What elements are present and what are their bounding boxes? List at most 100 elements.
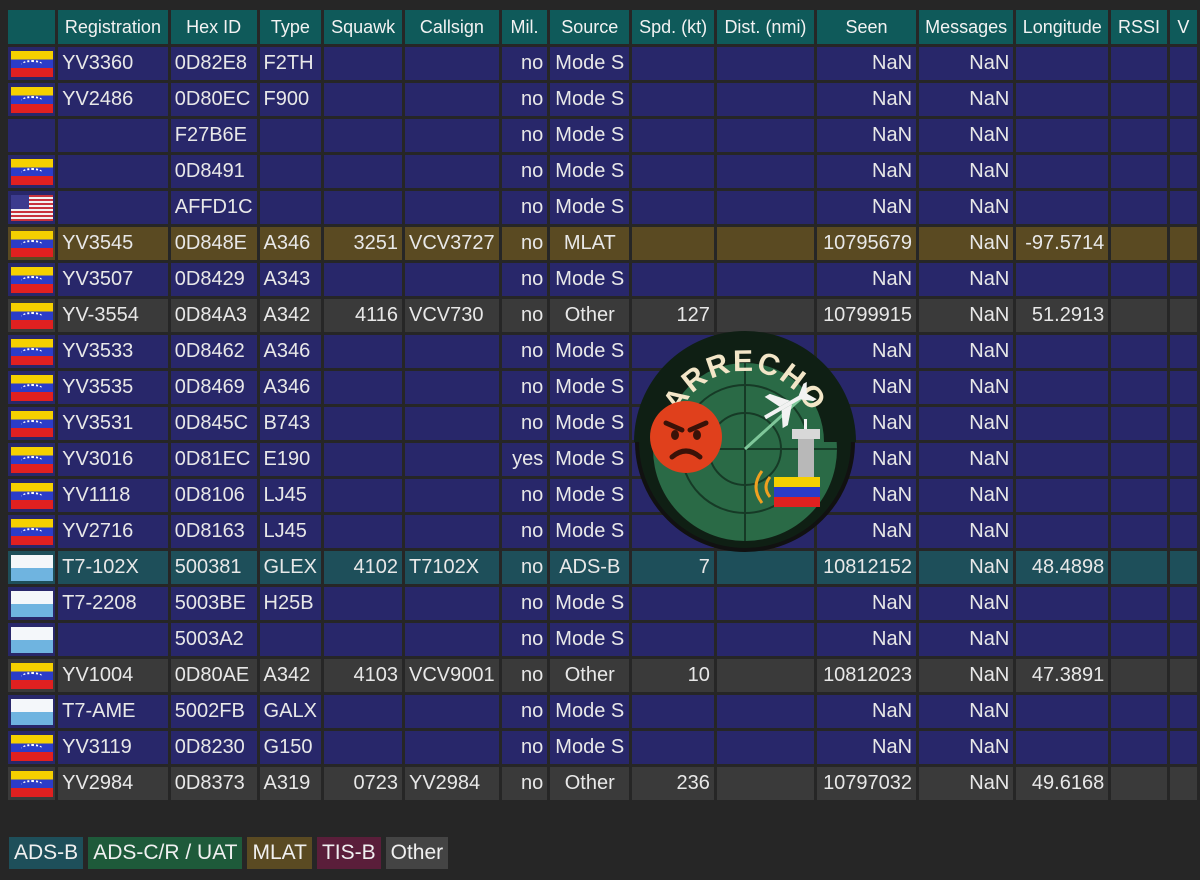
venezuela-flag-icon bbox=[11, 446, 53, 473]
longitude-cell bbox=[1016, 335, 1109, 368]
extra-cell bbox=[1169, 623, 1197, 656]
squawk-cell bbox=[324, 335, 402, 368]
table-row[interactable]: 5003A2 no Mode S NaN NaN bbox=[8, 623, 1197, 656]
table-row[interactable]: AFFD1C no Mode S NaN NaN bbox=[8, 191, 1197, 224]
table-row[interactable]: YV3360 0D82E8 F2TH no Mode S NaN NaN bbox=[8, 47, 1197, 80]
longitude-cell: 51.2913 bbox=[1016, 299, 1109, 332]
legend-tisb: TIS-B bbox=[316, 837, 381, 869]
column-header-mil[interactable]: Mil. bbox=[501, 10, 548, 44]
table-row[interactable]: YV3119 0D8230 G150 no Mode S NaN NaN bbox=[8, 731, 1197, 764]
speed-cell bbox=[632, 119, 714, 152]
type-cell: E190 bbox=[259, 443, 322, 476]
source-cell: Other bbox=[550, 659, 630, 692]
longitude-cell bbox=[1016, 407, 1109, 440]
registration-cell: YV2716 bbox=[58, 515, 168, 548]
table-row[interactable]: F27B6E no Mode S NaN NaN bbox=[8, 119, 1197, 152]
source-cell: Mode S bbox=[550, 479, 630, 512]
column-header-source[interactable]: Source bbox=[550, 10, 630, 44]
venezuela-flag-icon bbox=[11, 770, 53, 797]
venezuela-flag-icon bbox=[11, 338, 53, 365]
callsign-cell bbox=[404, 335, 499, 368]
extra-cell bbox=[1169, 731, 1197, 764]
flag-cell bbox=[8, 767, 56, 800]
squawk-cell bbox=[324, 443, 402, 476]
column-header-squawk[interactable]: Squawk bbox=[324, 10, 402, 44]
distance-cell bbox=[716, 731, 814, 764]
callsign-cell bbox=[404, 119, 499, 152]
table-row[interactable]: YV3507 0D8429 A343 no Mode S NaN NaN bbox=[8, 263, 1197, 296]
longitude-cell bbox=[1016, 47, 1109, 80]
column-header-speed[interactable]: Spd. (kt) bbox=[632, 10, 714, 44]
table-row[interactable]: T7-2208 5003BE H25B no Mode S NaN NaN bbox=[8, 587, 1197, 620]
table-row[interactable]: YV3545 0D848E A346 3251 VCV3727 no MLAT 1079567… bbox=[8, 227, 1197, 260]
registration-cell: T7-AME bbox=[58, 695, 168, 728]
table-row[interactable]: YV3016 0D81EC E190 yes Mode S NaN NaN bbox=[8, 443, 1197, 476]
longitude-cell bbox=[1016, 155, 1109, 188]
column-header-type[interactable]: Type bbox=[259, 10, 322, 44]
flag-cell bbox=[8, 371, 56, 404]
mil-cell: no bbox=[501, 407, 548, 440]
column-header-hex-id[interactable]: Hex ID bbox=[170, 10, 257, 44]
registration-cell: YV1004 bbox=[58, 659, 168, 692]
column-header-rssi[interactable]: RSSI bbox=[1111, 10, 1167, 44]
seen-cell: NaN bbox=[816, 191, 917, 224]
flag-cell bbox=[8, 335, 56, 368]
legend-adsb: ADS-B bbox=[9, 837, 84, 869]
registration-cell: YV3533 bbox=[58, 335, 168, 368]
type-cell bbox=[259, 191, 322, 224]
distance-cell bbox=[716, 83, 814, 116]
column-header-more[interactable]: V bbox=[1169, 10, 1197, 44]
mil-cell: no bbox=[501, 227, 548, 260]
table-row[interactable]: YV2486 0D80EC F900 no Mode S NaN NaN bbox=[8, 83, 1197, 116]
mil-cell: no bbox=[501, 623, 548, 656]
column-header-longitude[interactable]: Longitude bbox=[1016, 10, 1109, 44]
callsign-cell bbox=[404, 371, 499, 404]
squawk-cell: 4103 bbox=[324, 659, 402, 692]
type-cell: A346 bbox=[259, 335, 322, 368]
type-cell bbox=[259, 623, 322, 656]
table-row[interactable]: YV3535 0D8469 A346 no Mode S NaN NaN bbox=[8, 371, 1197, 404]
column-header-distance[interactable]: Dist. (nmi) bbox=[716, 10, 814, 44]
flag-cell bbox=[8, 515, 56, 548]
squawk-cell bbox=[324, 119, 402, 152]
type-cell: GALX bbox=[259, 695, 322, 728]
registration-cell bbox=[58, 191, 168, 224]
hex-id-cell: 0D8429 bbox=[170, 263, 257, 296]
table-row[interactable]: YV2716 0D8163 LJ45 no Mode S NaN NaN bbox=[8, 515, 1197, 548]
table-row[interactable]: YV3531 0D845C B743 no Mode S NaN NaN bbox=[8, 407, 1197, 440]
type-cell: GLEX bbox=[259, 551, 322, 584]
column-header-registration[interactable]: Registration bbox=[58, 10, 168, 44]
table-row[interactable]: YV1004 0D80AE A342 4103 VCV9001 no Other 10 1081… bbox=[8, 659, 1197, 692]
column-header-callsign[interactable]: Callsign bbox=[404, 10, 499, 44]
table-row[interactable]: 0D8491 no Mode S NaN NaN bbox=[8, 155, 1197, 188]
registration-cell: YV-3554 bbox=[58, 299, 168, 332]
column-header-seen[interactable]: Seen bbox=[816, 10, 917, 44]
squawk-cell bbox=[324, 623, 402, 656]
table-row[interactable]: YV2984 0D8373 A319 0723 YV2984 no Other 236 1079… bbox=[8, 767, 1197, 800]
extra-cell bbox=[1169, 263, 1197, 296]
type-cell: A346 bbox=[259, 227, 322, 260]
extra-cell bbox=[1169, 767, 1197, 800]
aircraft-table: Registration Hex ID Type Squawk Callsign… bbox=[5, 7, 1200, 803]
rssi-cell bbox=[1111, 371, 1167, 404]
rssi-cell bbox=[1111, 479, 1167, 512]
speed-cell bbox=[632, 47, 714, 80]
column-header-flag[interactable] bbox=[8, 10, 56, 44]
registration-cell: YV3016 bbox=[58, 443, 168, 476]
hex-id-cell: 0D84A3 bbox=[170, 299, 257, 332]
squawk-cell: 3251 bbox=[324, 227, 402, 260]
legend-adsc-uat: ADS-C/R / UAT bbox=[88, 837, 243, 869]
table-row[interactable]: YV3533 0D8462 A346 no Mode S NaN NaN bbox=[8, 335, 1197, 368]
column-header-messages[interactable]: Messages bbox=[919, 10, 1014, 44]
squawk-cell bbox=[324, 371, 402, 404]
table-row[interactable]: YV-3554 0D84A3 A342 4116 VCV730 no Other 127 107… bbox=[8, 299, 1197, 332]
mil-cell: no bbox=[501, 587, 548, 620]
table-row[interactable]: YV1118 0D8106 LJ45 no Mode S NaN NaN bbox=[8, 479, 1197, 512]
seen-cell: NaN bbox=[816, 731, 917, 764]
callsign-cell: YV2984 bbox=[404, 767, 499, 800]
table-row[interactable]: T7-102X 500381 GLEX 4102 T7102X no ADS-B 7 10812… bbox=[8, 551, 1197, 584]
mil-cell: no bbox=[501, 191, 548, 224]
registration-cell bbox=[58, 623, 168, 656]
table-row[interactable]: T7-AME 5002FB GALX no Mode S NaN NaN bbox=[8, 695, 1197, 728]
mil-cell: no bbox=[501, 479, 548, 512]
